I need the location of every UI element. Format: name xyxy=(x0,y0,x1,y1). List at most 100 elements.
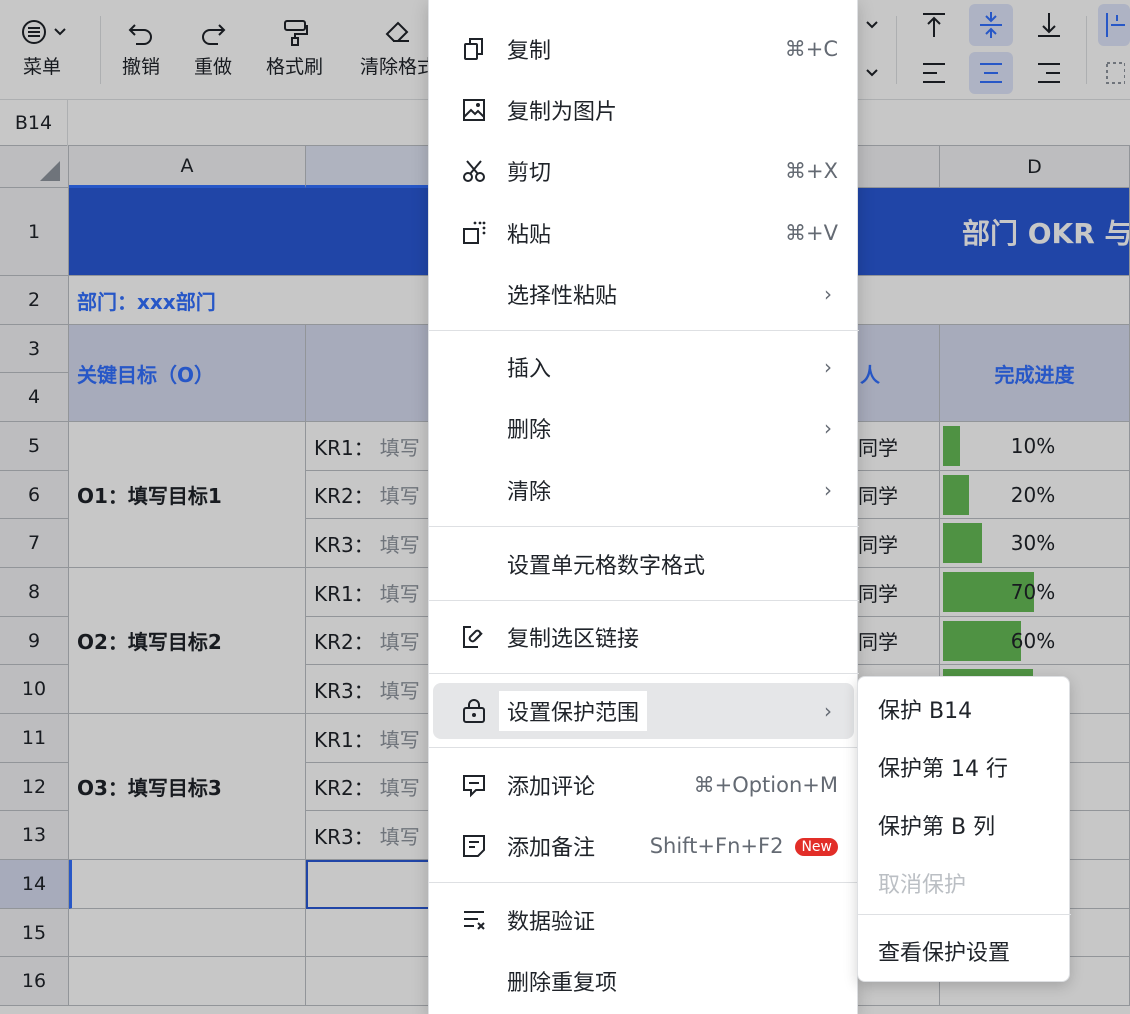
kr-label: KR3： xyxy=(314,824,374,849)
row-header[interactable]: 13 xyxy=(0,811,69,860)
row-header[interactable]: 8 xyxy=(0,568,69,617)
row-header[interactable]: 5 xyxy=(0,422,69,471)
wrap-text-icon[interactable] xyxy=(1098,4,1130,46)
comment-icon xyxy=(459,770,489,800)
row-header[interactable]: 7 xyxy=(0,519,69,568)
row-header[interactable]: 4 xyxy=(0,373,69,422)
objective-cell[interactable]: O3：填写目标3 xyxy=(69,714,306,860)
kr-placeholder: 填写 xyxy=(379,776,420,800)
scissors-icon xyxy=(459,156,489,186)
merge-cells-icon[interactable] xyxy=(1098,52,1130,94)
column-header-c[interactable] xyxy=(858,146,940,188)
row-header[interactable]: 16 xyxy=(0,957,69,1006)
menu-item-protect-range[interactable]: 设置保护范围 › xyxy=(433,683,854,739)
submenu-item-protect-cell[interactable]: 保护 B14 xyxy=(878,693,972,725)
row-header[interactable]: 6 xyxy=(0,471,69,519)
chevron-down-icon[interactable] xyxy=(860,4,884,46)
menu-item-label: 添加评论 xyxy=(507,775,596,800)
menu-item-paste-special[interactable]: 选择性粘贴 › xyxy=(433,266,854,322)
menu-item-copy-link[interactable]: 复制选区链接 xyxy=(433,609,854,665)
submenu-divider xyxy=(858,914,1071,915)
menu-item-label: 设置保护范围 xyxy=(499,691,648,731)
menu-item-paste[interactable]: 粘贴 ⌘+V xyxy=(433,205,854,261)
submenu-item-protect-row[interactable]: 保护第 14 行 xyxy=(878,751,1008,783)
header-objective[interactable]: 关键目标（O） xyxy=(69,325,306,422)
chevron-right-icon: › xyxy=(824,699,832,723)
format-painter-button[interactable]: 格式刷 xyxy=(266,14,323,79)
align-center-icon[interactable] xyxy=(969,52,1013,94)
menu-button[interactable]: 菜单 xyxy=(14,14,70,79)
format-painter-label: 格式刷 xyxy=(266,56,324,78)
align-top-icon[interactable] xyxy=(912,4,956,46)
progress-cell[interactable]: 60% xyxy=(940,617,1130,665)
owner-cell[interactable]: 同学 xyxy=(858,617,940,665)
shortcut-text: ⌘+V xyxy=(785,221,838,245)
kr-label: KR3： xyxy=(314,678,374,703)
select-all-corner[interactable] xyxy=(0,146,69,188)
kr-placeholder: 填写 xyxy=(379,678,420,703)
column-header-a[interactable]: A xyxy=(69,146,306,188)
menu-divider xyxy=(429,747,859,748)
menu-item-insert[interactable]: 插入 › xyxy=(433,339,854,395)
redo-button[interactable]: 重做 xyxy=(194,14,232,79)
progress-cell[interactable]: 10% xyxy=(940,422,1130,471)
row-header-selected[interactable]: 14 xyxy=(0,860,69,909)
kr-label: KR2： xyxy=(314,630,374,654)
cell[interactable] xyxy=(69,909,306,957)
menu-item-label: 设置单元格数字格式 xyxy=(507,554,706,579)
row-header[interactable]: 11 xyxy=(0,714,69,763)
align-left-icon[interactable] xyxy=(912,52,956,94)
owner-cell[interactable]: 同学 xyxy=(858,422,940,471)
objective-cell[interactable]: O1：填写目标1 xyxy=(69,422,306,568)
header-owner[interactable]: 人 xyxy=(858,325,940,422)
progress-cell[interactable]: 70% xyxy=(940,568,1130,617)
menu-item-remove-duplicates[interactable]: 删除重复项 xyxy=(433,953,854,1009)
undo-icon xyxy=(126,14,156,50)
menu-item-cut[interactable]: 剪切 ⌘+X xyxy=(433,143,854,199)
align-right-icon[interactable] xyxy=(1027,52,1071,94)
align-bottom-icon[interactable] xyxy=(1027,4,1071,46)
row-header[interactable]: 1 xyxy=(0,188,69,276)
menu-item-delete[interactable]: 删除 › xyxy=(433,400,854,456)
owner-cell[interactable]: 同学 xyxy=(858,471,940,519)
toolbar-divider xyxy=(1086,16,1087,84)
header-progress[interactable]: 完成进度 xyxy=(940,325,1130,422)
row-header[interactable]: 12 xyxy=(0,763,69,811)
clear-format-button[interactable]: 清除格式 xyxy=(360,14,436,79)
kr-placeholder: 填写 xyxy=(379,727,420,752)
owner-cell[interactable]: 同学 xyxy=(858,568,940,617)
chevron-down-icon[interactable] xyxy=(860,52,884,94)
progress-cell[interactable]: 20% xyxy=(940,471,1130,519)
submenu-item-unprotect: 取消保护 xyxy=(878,873,967,898)
clear-format-label: 清除格式 xyxy=(360,56,437,78)
owner-cell[interactable]: 同学 xyxy=(858,519,940,568)
menu-item-add-comment[interactable]: 添加评论 ⌘+Option+M xyxy=(433,757,854,813)
objective-cell[interactable]: O2：填写目标2 xyxy=(69,568,306,714)
row-header[interactable]: 10 xyxy=(0,665,69,714)
kr-placeholder: 填写 xyxy=(379,484,420,508)
row-header[interactable]: 15 xyxy=(0,909,69,957)
note-icon xyxy=(459,831,489,861)
submenu-item-protect-column[interactable]: 保护第 B 列 xyxy=(878,809,995,841)
menu-item-copy[interactable]: 复制 ⌘+C xyxy=(433,21,854,77)
submenu-item-view-settings[interactable]: 查看保护设置 xyxy=(868,931,1021,971)
cell-a14[interactable] xyxy=(69,860,306,909)
align-middle-icon[interactable] xyxy=(969,4,1013,46)
row-header[interactable]: 9 xyxy=(0,617,69,665)
progress-cell[interactable]: 30% xyxy=(940,519,1130,568)
cell-reference-box[interactable]: B14 xyxy=(0,100,68,146)
column-header-d[interactable]: D xyxy=(940,146,1130,188)
row-header[interactable]: 3 xyxy=(0,325,69,373)
menu-item-data-validation[interactable]: 数据验证 xyxy=(433,892,854,948)
menu-item-add-note[interactable]: 添加备注 Shift+Fn+F2 New xyxy=(433,818,854,874)
undo-button[interactable]: 撤销 xyxy=(122,14,160,79)
redo-label: 重做 xyxy=(194,56,233,78)
kr-placeholder: 填写 xyxy=(379,532,420,557)
shortcut-text: ⌘+X xyxy=(785,159,838,183)
format-painter-icon xyxy=(280,14,310,50)
cell[interactable] xyxy=(69,957,306,1006)
row-header[interactable]: 2 xyxy=(0,276,69,325)
menu-item-number-format[interactable]: 设置单元格数字格式 xyxy=(433,536,854,592)
menu-item-copy-as-image[interactable]: 复制为图片 xyxy=(433,82,854,138)
menu-item-clear[interactable]: 清除 › xyxy=(433,462,854,518)
